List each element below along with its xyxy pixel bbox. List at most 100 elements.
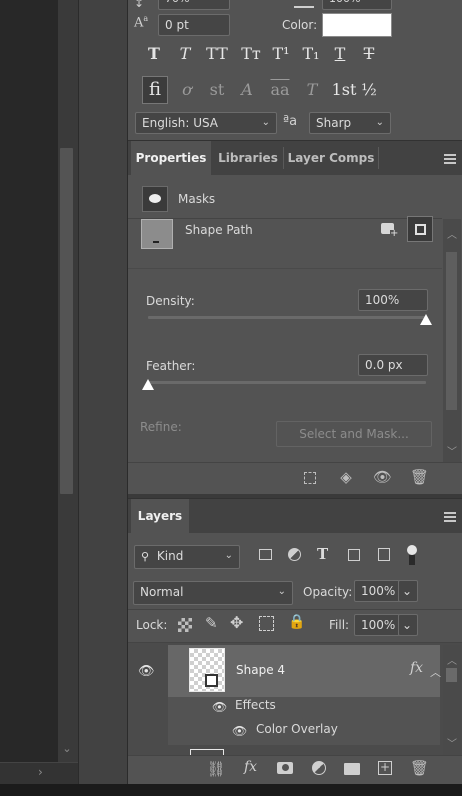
fill-field[interactable]: 100% [354,614,400,636]
lock-all-icon[interactable]: 🔒 [288,614,305,630]
collapse-effects-icon[interactable]: ︿ [430,664,441,680]
ligatures-button[interactable]: ﬁ [143,78,167,102]
tab-properties[interactable]: Properties [131,141,211,175]
new-group-icon[interactable] [344,763,360,775]
canvas-scroll-thumb[interactable] [60,148,73,494]
stylistic-alternates-button[interactable]: aa [265,78,295,102]
panel-menu-icon[interactable] [444,154,456,164]
select-and-mask-button[interactable]: Select and Mask... [276,421,432,447]
trash-icon[interactable]: 🗑 [410,759,429,777]
layer-thumbnail[interactable] [189,648,225,692]
anti-alias-dropdown[interactable]: Sharp ⌄ [309,112,391,134]
subscript-button[interactable]: T₁ [299,42,323,66]
swash-button[interactable]: A [235,78,259,102]
opacity-slider-toggle[interactable]: ⌄ [398,580,418,602]
lock-transparent-pixels-icon[interactable] [178,618,192,632]
add-mask-icon[interactable] [277,762,293,774]
eye-icon[interactable]: 👁 [373,468,392,486]
canvas-area [0,0,58,762]
tracking-icon: Aa [134,14,149,31]
opacity-label: Opacity: [303,585,353,599]
color-swatch[interactable] [322,13,392,37]
add-vector-mask-icon[interactable] [407,216,433,242]
leading-field[interactable]: 70% [158,0,230,10]
layer-name[interactable]: Shape 4 [236,663,285,677]
all-caps-button[interactable]: TT [202,42,232,66]
superscript-button[interactable]: T¹ [269,42,293,66]
tracking-field[interactable]: 0 pt [158,14,230,36]
scroll-down-icon[interactable]: ﹀ [443,735,461,750]
scroll-down-icon[interactable]: ﹀ [443,443,461,458]
eye-icon[interactable]: 👁 [212,700,227,714]
new-adjustment-layer-icon[interactable] [312,761,326,775]
tab-layers[interactable]: Layers [131,499,189,533]
feather-label: Feather: [146,359,196,373]
feather-slider-track[interactable] [148,381,426,384]
shape-path-thumbnail[interactable] [141,219,173,249]
eye-icon[interactable]: 👁 [138,664,155,679]
lock-image-pixels-icon[interactable]: ✎ [205,614,218,632]
add-layer-style-icon[interactable]: fx [244,759,257,775]
strikethrough-button[interactable]: T [357,42,381,66]
lock-artboard-icon[interactable] [259,616,274,631]
new-layer-icon[interactable]: + [378,761,392,775]
layers-scroll-thumb[interactable] [446,668,457,682]
properties-tabbar: Properties Libraries Layer Comps [128,140,462,175]
tab-divider [378,147,379,169]
apply-mask-icon[interactable]: ◈ [337,468,355,486]
scroll-up-icon[interactable]: ︿ [443,652,461,667]
feather-slider-handle[interactable] [142,379,154,390]
anti-alias-icon: ªa [283,114,298,129]
faux-bold-button[interactable]: T [142,42,166,66]
adjustment-filter-icon[interactable] [288,548,301,561]
density-slider-handle[interactable] [420,314,432,325]
smart-object-filter-icon[interactable] [378,548,390,561]
add-pixel-mask-icon[interactable]: + [378,220,400,242]
feather-field[interactable]: 0.0 px [358,354,428,376]
language-dropdown[interactable]: English: USA ⌄ [135,112,277,134]
vector-mask-icon [205,674,218,687]
bottom-edge [0,784,462,796]
section-divider [128,462,462,463]
chevron-right-icon[interactable]: › [38,765,43,779]
lock-label: Lock: [136,618,168,632]
titling-alternates-button[interactable]: T [300,78,324,102]
scroll-down-icon[interactable]: ⌄ [60,742,74,756]
shape-filter-icon[interactable] [348,549,360,561]
tab-libraries[interactable]: Libraries [214,141,282,175]
lock-position-icon[interactable]: ✥ [230,613,243,632]
type-filter-icon[interactable]: T [317,545,328,563]
filter-kind-value: Kind [156,549,184,563]
effects-row[interactable] [168,697,440,721]
ordinals-button[interactable]: 1st [327,78,361,102]
properties-scroll-thumb[interactable] [446,252,457,410]
old-style-button[interactable]: ơ [175,78,199,102]
load-selection-icon[interactable] [304,472,316,484]
tab-layer-comps[interactable]: Layer Comps [286,141,376,175]
underline-button[interactable]: T [328,42,352,66]
masks-title: Masks [178,192,216,206]
fractions-button[interactable]: ½ [357,78,381,102]
opacity-field[interactable]: 100% [354,580,400,602]
discretionary-ligatures-button[interactable]: st [205,78,229,102]
faux-italic-button[interactable]: T [173,42,197,66]
fill-slider-toggle[interactable]: ⌄ [398,614,418,636]
scroll-up-icon[interactable]: ︿ [443,226,461,241]
pixel-filter-icon[interactable] [259,549,272,560]
blend-mode-dropdown[interactable]: Normal ⌄ [133,581,293,605]
filter-toggle-icon[interactable] [407,545,417,555]
section-divider [128,268,442,269]
eye-icon[interactable]: 👁 [232,724,247,738]
density-slider-track[interactable] [148,316,426,319]
vertical-scale-field[interactable]: 100% [322,0,392,10]
link-layers-icon[interactable]: ⛓ [206,760,226,778]
fill-label: Fill: [329,618,350,632]
density-field[interactable]: 100% [358,289,428,311]
panel-dock-gap [78,0,128,784]
fx-badge[interactable]: fx [410,660,423,676]
trash-icon[interactable]: 🗑 [410,468,429,486]
panel-menu-icon[interactable] [444,512,456,522]
small-caps-button[interactable]: Tт [236,42,266,66]
layers-tabbar: Layers [128,498,462,533]
filter-kind-dropdown[interactable]: ⚲ Kind ⌄ [134,545,240,569]
